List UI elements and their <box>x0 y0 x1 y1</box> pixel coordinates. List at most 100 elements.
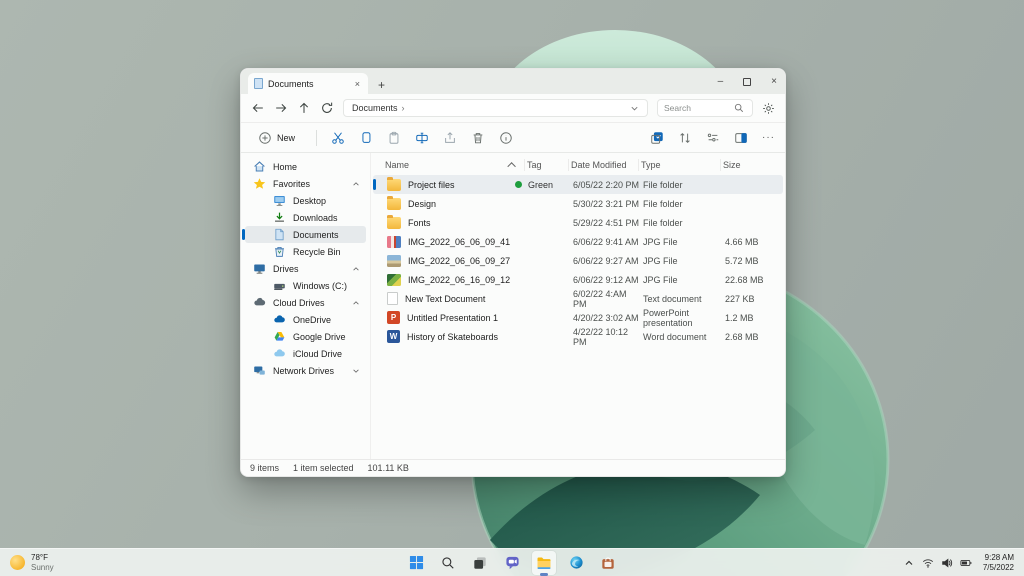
sidebar-item-home[interactable]: Home <box>245 158 366 175</box>
file-type: Word document <box>643 331 707 342</box>
view-options-icon[interactable] <box>706 131 720 145</box>
chat-button[interactable] <box>500 551 524 575</box>
file-row-untitled-presentation-1[interactable]: P Untitled Presentation 1 4/20/22 3:02 AM P… <box>373 308 783 328</box>
copy-icon[interactable] <box>359 131 373 145</box>
chevron-up-icon[interactable] <box>352 299 360 307</box>
task-view-button[interactable] <box>468 551 492 575</box>
wifi-icon[interactable] <box>922 557 934 569</box>
cut-icon[interactable] <box>331 131 345 145</box>
task-view-icon <box>474 556 486 569</box>
edge-button[interactable] <box>564 551 588 575</box>
up-icon[interactable] <box>297 101 311 115</box>
chevron-up-icon[interactable] <box>352 180 360 188</box>
file-explorer-button[interactable] <box>532 550 556 576</box>
column-name[interactable]: Name <box>385 159 525 171</box>
file-date-modified: 4/20/22 3:02 AM <box>573 312 639 323</box>
sidebar-item-recycle-bin[interactable]: Recycle Bin <box>245 243 366 260</box>
new-tab-button[interactable]: + <box>378 79 385 91</box>
address-dropdown-icon[interactable] <box>630 104 639 113</box>
sidebar-item-windows-c-[interactable]: Windows (C:) <box>245 277 366 294</box>
sidebar-item-downloads[interactable]: Downloads <box>245 209 366 226</box>
network-icon <box>253 364 266 377</box>
search-box[interactable] <box>657 99 753 117</box>
settings-gear-icon[interactable] <box>762 102 775 115</box>
drive-icon <box>273 279 286 292</box>
file-row-img-2022-06-06-09-27[interactable]: IMG_2022_06_06_09_27 6/06/22 9:27 AM JPG F… <box>373 251 783 270</box>
folder-icon <box>387 176 401 191</box>
sidebar-item-label: Cloud Drives <box>273 297 325 308</box>
sidebar-item-network-drives[interactable]: Network Drives <box>245 362 366 379</box>
file-row-project-files[interactable]: Project files Green 6/05/22 2:20 PM File fo… <box>373 175 783 194</box>
sidebar-item-documents[interactable]: Documents <box>242 226 366 243</box>
sidebar-item-favorites[interactable]: Favorites <box>245 175 366 192</box>
share-icon[interactable] <box>443 131 457 145</box>
sidebar-item-label: Windows (C:) <box>293 280 348 291</box>
new-button[interactable]: New <box>251 128 302 148</box>
file-explorer-window: Documents × + – × Documents › Search New… <box>240 68 786 477</box>
file-size: 1.2 MB <box>725 312 754 323</box>
file-size: 2.68 MB <box>725 331 759 342</box>
file-row-design[interactable]: Design 5/30/22 3:21 PM File folder <box>373 194 783 213</box>
file-row-new-text-document[interactable]: New Text Document 6/02/22 4:AM PM Text doc… <box>373 289 783 309</box>
recycle-icon <box>273 245 286 258</box>
cloud-icon <box>253 296 266 309</box>
address-bar[interactable]: Documents › <box>343 99 648 117</box>
details-pane-icon[interactable] <box>734 131 748 145</box>
file-size: 4.66 MB <box>725 236 759 247</box>
start-button[interactable] <box>404 551 428 575</box>
breadcrumb-chevron-icon[interactable]: › <box>402 103 405 113</box>
tab-documents[interactable]: Documents × <box>248 73 368 94</box>
navigation-bar: Documents › <box>241 94 785 123</box>
file-row-fonts[interactable]: Fonts 5/29/22 4:51 PM File folder <box>373 213 783 232</box>
titlebar[interactable]: Documents × + – × <box>241 69 785 94</box>
window-close-button[interactable]: × <box>771 76 777 87</box>
battery-icon[interactable] <box>960 557 972 569</box>
onedrive-icon <box>273 313 286 326</box>
selected-count: 1 item selected <box>293 463 354 473</box>
file-row-img-2022-06-06-09-41[interactable]: IMG_2022_06_06_09_41 6/06/22 9:41 AM JPG F… <box>373 232 783 251</box>
search-input[interactable] <box>664 103 734 113</box>
paste-icon[interactable] <box>387 131 401 145</box>
file-name: Fonts <box>408 217 431 228</box>
refresh-icon[interactable] <box>320 101 334 115</box>
column-size[interactable]: Size <box>721 159 777 171</box>
sidebar-item-onedrive[interactable]: OneDrive <box>245 311 366 328</box>
delete-icon[interactable] <box>471 131 485 145</box>
taskbar-search-button[interactable] <box>436 551 460 575</box>
weather-widget[interactable]: 78°F Sunny <box>0 549 64 576</box>
sidebar-item-label: Recycle Bin <box>293 246 341 257</box>
minimize-button[interactable]: – <box>718 76 724 87</box>
sidebar-item-desktop[interactable]: Desktop <box>245 192 366 209</box>
chevron-up-icon[interactable] <box>352 265 360 273</box>
tab-title: Documents <box>268 78 314 89</box>
tray-chevron-up-icon[interactable] <box>903 557 915 569</box>
ppt-icon: P <box>387 311 400 324</box>
volume-icon[interactable] <box>941 557 953 569</box>
column-type[interactable]: Type <box>639 159 721 171</box>
sidebar-item-cloud-drives[interactable]: Cloud Drives <box>245 294 366 311</box>
sort-icon[interactable] <box>678 131 692 145</box>
sidebar-item-icloud-drive[interactable]: iCloud Drive <box>245 345 366 362</box>
column-tag[interactable]: Tag <box>525 159 569 171</box>
multi-select-icon[interactable] <box>650 131 664 145</box>
forward-icon[interactable] <box>274 101 288 115</box>
sidebar: Home Favorites Desktop Downloads Documents Re… <box>241 153 371 470</box>
file-row-img-2022-06-16-09-12[interactable]: IMG_2022_06_16_09_12 6/06/22 9:12 AM JPG F… <box>373 270 783 289</box>
sidebar-item-label: iCloud Drive <box>293 348 343 359</box>
column-date-modified[interactable]: Date Modified <box>569 159 639 171</box>
info-icon[interactable] <box>499 131 513 145</box>
sidebar-item-google-drive[interactable]: Google Drive <box>245 328 366 345</box>
tab-close-icon[interactable]: × <box>353 79 362 89</box>
more-options-icon[interactable]: ··· <box>762 132 775 143</box>
tab-document-icon <box>254 78 263 89</box>
maximize-button[interactable] <box>743 77 752 86</box>
back-icon[interactable] <box>251 101 265 115</box>
file-row-history-of-skateboards[interactable]: W History of Skateboards 4/22/22 10:12 PM W… <box>373 327 783 347</box>
rename-icon[interactable] <box>415 131 429 145</box>
sidebar-item-drives[interactable]: Drives <box>245 260 366 277</box>
breadcrumb[interactable]: Documents <box>352 103 398 113</box>
clock[interactable]: 9:28 AM 7/5/2022 <box>983 553 1014 572</box>
chevron-down-icon[interactable] <box>352 367 360 375</box>
column-headers: Name Tag Date Modified Type Size <box>371 155 785 175</box>
store-button[interactable] <box>596 551 620 575</box>
